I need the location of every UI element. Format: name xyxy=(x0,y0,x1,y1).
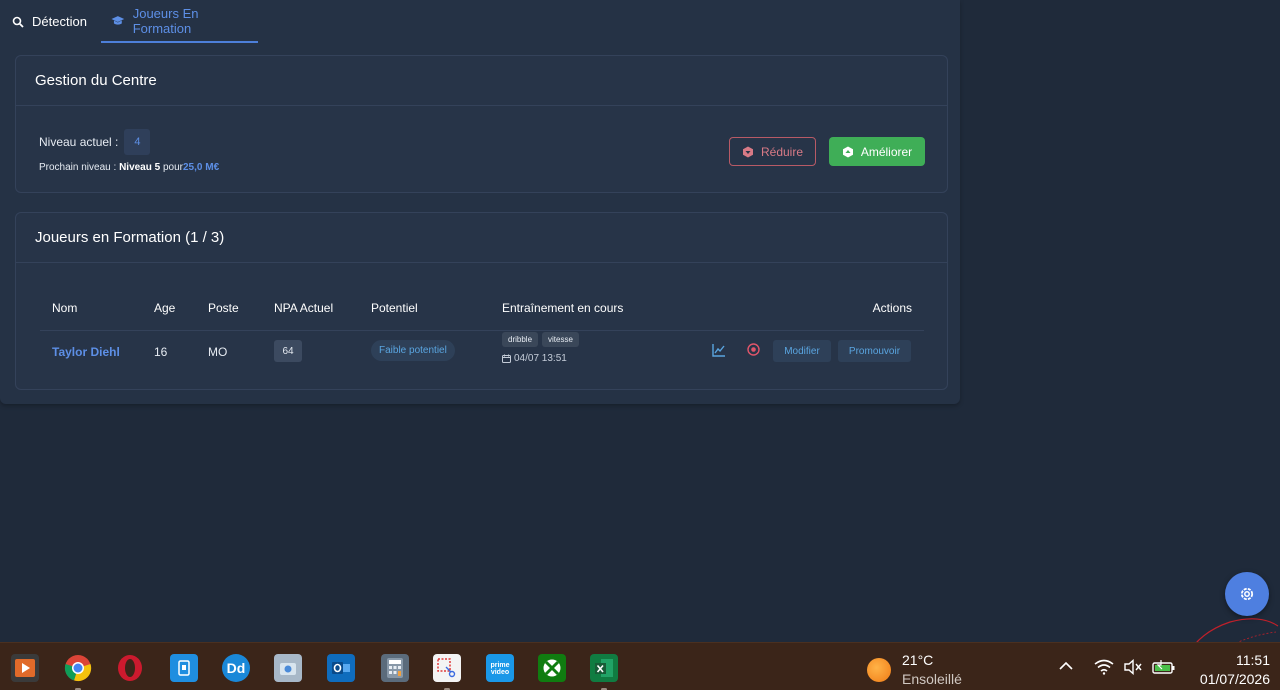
snipping-tool-icon[interactable] xyxy=(433,654,461,682)
col-actions: Actions xyxy=(872,301,912,315)
calendar-icon xyxy=(502,354,511,363)
media-player-icon[interactable] xyxy=(11,654,39,682)
prochain-mid: pour xyxy=(162,162,183,173)
hexagon-down-icon xyxy=(742,146,753,157)
training-date-text: 04/07 13:51 xyxy=(514,353,567,364)
tab-formation-label: Joueurs En Formation xyxy=(132,5,199,36)
reduire-button[interactable]: Réduire xyxy=(729,137,816,166)
prochain-cost: 25,0 M€ xyxy=(183,162,220,173)
taskbar: Dd prime video 21°C Ensoleillé 11:51 01/0… xyxy=(0,642,1280,690)
sun-icon[interactable] xyxy=(867,658,891,682)
gestion-title: Gestion du Centre xyxy=(16,56,947,106)
npa-badge: 64 xyxy=(274,340,302,362)
col-age: Age xyxy=(154,301,176,315)
joueurs-table: Nom Age Poste NPA Actuel Potentiel Entra… xyxy=(40,291,924,371)
photo-app-icon[interactable] xyxy=(274,654,302,682)
prochain-level: Niveau 5 xyxy=(119,162,161,173)
weather-temperature[interactable]: 21°C xyxy=(902,652,933,668)
col-potentiel: Potentiel xyxy=(371,301,418,315)
graduation-cap-icon xyxy=(111,15,125,25)
gear-icon xyxy=(1240,587,1254,601)
clock-date[interactable]: 01/07/2026 xyxy=(1200,671,1270,687)
gestion-card: Gestion du Centre Niveau actuel : 4 Proc… xyxy=(15,55,948,193)
tab-detection[interactable]: Détection xyxy=(12,0,87,43)
player-poste: MO xyxy=(208,345,228,359)
player-age: 16 xyxy=(154,345,168,359)
tab-detection-label: Détection xyxy=(32,14,87,29)
chart-line-icon[interactable] xyxy=(712,343,726,357)
stop-circle-icon[interactable] xyxy=(747,343,760,356)
svg-text:prime: prime xyxy=(490,662,509,669)
chevron-up-icon[interactable] xyxy=(1058,659,1074,673)
ameliorer-label: Améliorer xyxy=(860,144,913,159)
prime-video-icon[interactable]: prime video xyxy=(486,654,514,682)
niveau-label: Niveau actuel : xyxy=(39,135,119,149)
col-npa: NPA Actuel xyxy=(274,301,334,315)
svg-text:video: video xyxy=(491,669,509,676)
prochain-prefix: Prochain niveau : xyxy=(39,162,117,173)
col-entrainement: Entraînement en cours xyxy=(502,301,624,315)
tab-joueurs-en-formation[interactable]: Joueurs En Formation xyxy=(101,0,258,43)
xbox-icon[interactable] xyxy=(538,654,566,682)
calculator-icon[interactable] xyxy=(381,654,409,682)
niveau-badge: 4 xyxy=(124,129,151,155)
col-nom: Nom xyxy=(52,301,78,315)
ameliorer-button[interactable]: Améliorer xyxy=(829,137,925,166)
outlook-icon[interactable] xyxy=(327,654,355,682)
dd-app-icon[interactable]: Dd xyxy=(222,654,250,682)
training-tag: dribble xyxy=(502,332,539,347)
joueurs-title: Joueurs en Formation (1 / 3) xyxy=(16,213,947,263)
promouvoir-button[interactable]: Promouvoir xyxy=(838,340,911,362)
modifier-button[interactable]: Modifier xyxy=(773,340,831,362)
chrome-icon[interactable] xyxy=(64,654,92,682)
joueurs-card: Joueurs en Formation (1 / 3) Nom Age Pos… xyxy=(15,212,948,390)
potentiel-badge: Faible potentiel xyxy=(371,340,455,361)
battery-charging-icon[interactable] xyxy=(1152,659,1176,675)
prochain-niveau: Prochain niveau : Niveau 5 pour25,0 M€ xyxy=(39,162,219,173)
tab-bar: Détection Joueurs En Formation xyxy=(0,0,960,44)
niveau-row: Niveau actuel : 4 xyxy=(39,129,151,155)
hexagon-up-icon xyxy=(842,146,853,157)
opera-icon[interactable] xyxy=(116,654,144,682)
training-date: 04/07 13:51 xyxy=(502,353,567,364)
player-name-link[interactable]: Taylor Diehl xyxy=(52,345,120,359)
wifi-icon[interactable] xyxy=(1094,659,1114,675)
table-header: Nom Age Poste NPA Actuel Potentiel Entra… xyxy=(40,291,924,331)
phone-link-icon[interactable] xyxy=(170,654,198,682)
search-icon xyxy=(12,16,24,28)
clock-time[interactable]: 11:51 xyxy=(1236,652,1270,668)
training-tag: vitesse xyxy=(542,332,579,347)
speaker-muted-icon[interactable] xyxy=(1123,659,1143,675)
reduire-label: Réduire xyxy=(760,144,804,159)
table-row: Taylor Diehl 16 MO 64 Faible potentiel d… xyxy=(40,331,924,371)
col-poste: Poste xyxy=(208,301,239,315)
app-panel: Détection Joueurs En Formation Gestion d… xyxy=(0,0,960,404)
training-tags: dribble vitesse xyxy=(502,332,579,347)
excel-icon[interactable] xyxy=(590,654,618,682)
weather-description[interactable]: Ensoleillé xyxy=(902,671,962,687)
